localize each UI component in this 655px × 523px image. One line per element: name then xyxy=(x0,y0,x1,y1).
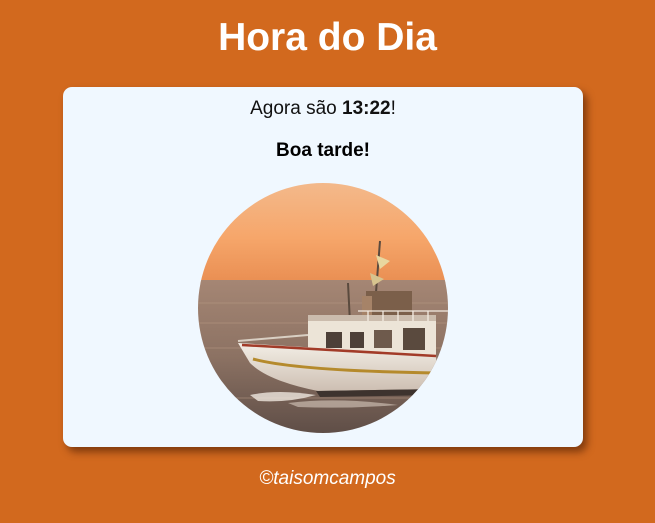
time-value: 13:22 xyxy=(342,98,391,119)
time-suffix: ! xyxy=(390,98,396,119)
footer-credit: ©taisomcampos xyxy=(259,468,396,489)
page-title: Hora do Dia xyxy=(218,16,437,59)
main-card: Agora são 13:22! Boa tarde! xyxy=(63,87,583,447)
current-time-text: Agora são 13:22! xyxy=(63,98,583,120)
boat-sunset-illustration xyxy=(198,183,448,433)
time-prefix: Agora são xyxy=(250,98,342,119)
greeting-text: Boa tarde! xyxy=(276,140,370,161)
period-image xyxy=(198,183,448,433)
